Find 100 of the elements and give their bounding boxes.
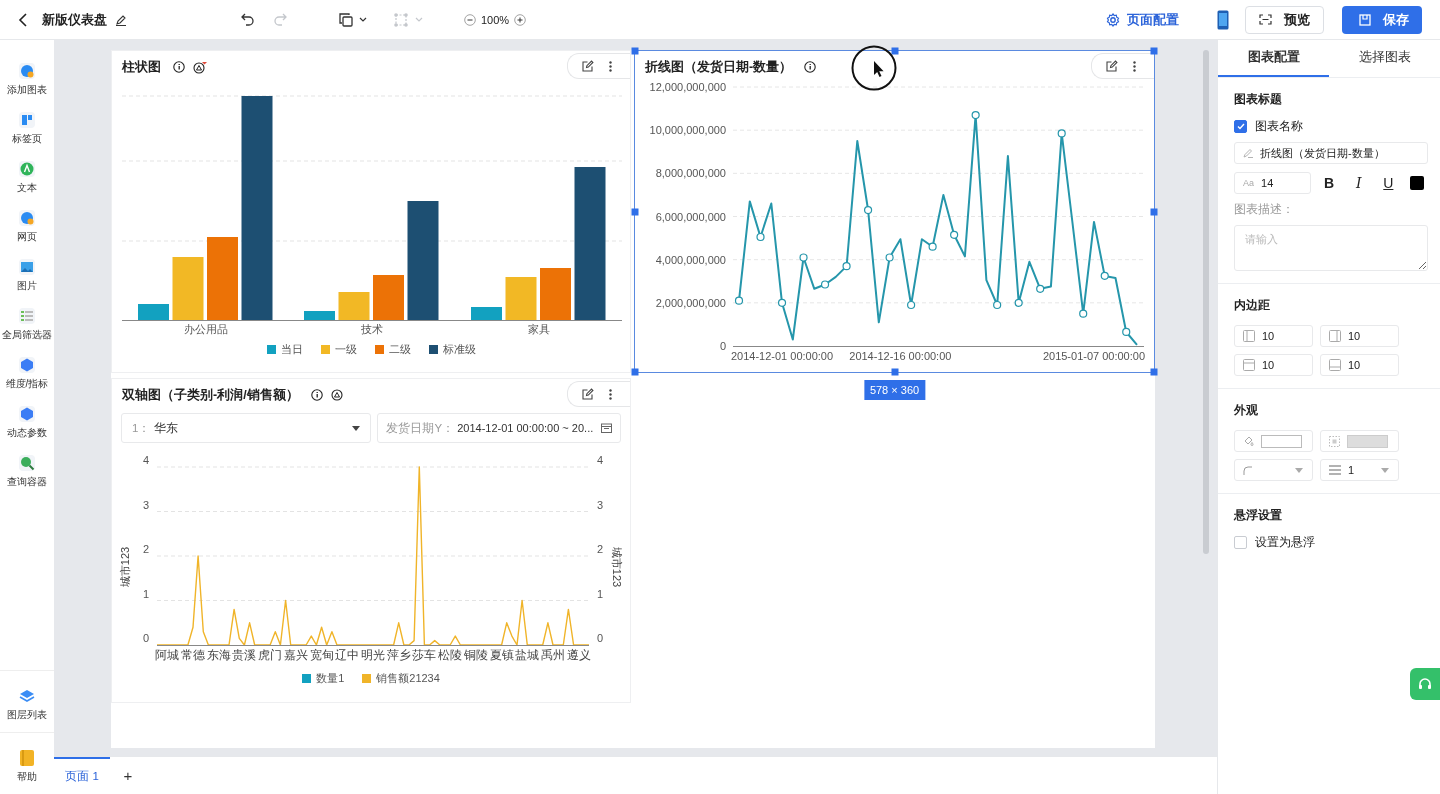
tick-label: 遵义: [566, 649, 591, 661]
border-style-field[interactable]: [1320, 430, 1399, 452]
tick-label: 阿城: [155, 649, 180, 661]
chart-card[interactable]: 双轴图（子类别-利润/销售额） 1： 华东 发货日期Y： 2014-12-01 00:00:00 ~ 20... 0 1 2 3 4 0 1 2 3 4 城市123 城市123 阿城常德东海贵溪虎门 嘉兴 宽甸辽中 明光萍乡莎车松陵铜陵夏镇盐城禹州 遵义 数量1 销售额21234: [111, 378, 631, 703]
title-field[interactable]: 折线图（发货日期-数量）: [1234, 142, 1428, 164]
add-page-button[interactable]: +: [120, 757, 136, 794]
legend-label: 当日: [280, 342, 303, 357]
axis-label: 技术: [361, 323, 383, 335]
padding-icon: [1243, 330, 1255, 342]
font-size-field[interactable]: Aa 14: [1234, 172, 1312, 194]
tick-label: 盐城: [515, 649, 540, 661]
resize-handle[interactable]: [1150, 368, 1158, 376]
page-config-button[interactable]: 页面配置: [1106, 10, 1179, 29]
bold-button[interactable]: B: [1317, 175, 1341, 191]
undo-icon: [241, 13, 255, 26]
tick-label: 松陵: [438, 649, 463, 661]
more-icon: [608, 388, 612, 400]
chart-title: 双轴图（子类别-利润/销售额）: [122, 386, 299, 404]
scrollbar-thumb[interactable]: [1203, 50, 1209, 554]
redo-icon: [273, 13, 287, 26]
select-field[interactable]: 1： 华东: [121, 413, 372, 443]
resize-handle[interactable]: [631, 208, 639, 215]
chart-card[interactable]: 柱状图 办公用品 技术 家具 当日 一级 二级 标准级: [111, 50, 631, 373]
tick-label: 4: [596, 454, 604, 466]
info-icon[interactable]: [173, 61, 185, 73]
date-range-field[interactable]: 发货日期Y： 2014-12-01 00:00:00 ~ 20...: [377, 413, 621, 443]
bar: [471, 307, 502, 320]
resize-handle[interactable]: [1150, 47, 1158, 55]
pencil-icon[interactable]: [115, 13, 127, 26]
calendar-icon: [601, 423, 612, 433]
sidebar-item[interactable]: 维度/指标: [0, 356, 54, 391]
legend-label: 销售额21234: [376, 671, 440, 686]
tick-label: 嘉兴: [283, 649, 308, 661]
save-button[interactable]: 保存: [1342, 5, 1422, 34]
data-point: [1036, 284, 1045, 293]
data-point: [1014, 298, 1023, 307]
checkbox[interactable]: [1234, 120, 1247, 133]
resize-handle[interactable]: [1150, 208, 1158, 215]
bar: [172, 257, 204, 320]
paint-bucket-icon: [1243, 436, 1254, 446]
padding-field[interactable]: 10: [1320, 354, 1399, 376]
resize-handle[interactable]: [631, 47, 639, 55]
sidebar-item[interactable]: 查询容器: [0, 454, 54, 489]
support-button[interactable]: [1410, 668, 1440, 700]
panel-tab[interactable]: 图表配置: [1218, 40, 1329, 77]
zoom-in-icon[interactable]: [514, 13, 527, 26]
edit-button[interactable]: [580, 385, 596, 403]
edit-button[interactable]: [1104, 57, 1120, 75]
resize-handle[interactable]: [891, 368, 898, 376]
checkbox[interactable]: [1234, 536, 1247, 549]
preview-button[interactable]: 预览: [1245, 5, 1324, 34]
tick-label: 常德: [181, 649, 205, 661]
image-icon: [18, 258, 36, 276]
sidebar-item[interactable]: 文本: [0, 160, 54, 195]
legend-label: 一级: [334, 342, 357, 357]
page-tab[interactable]: 页面 1: [54, 757, 110, 794]
italic-button[interactable]: I: [1346, 175, 1371, 191]
info-icon[interactable]: [804, 61, 817, 73]
info-icon[interactable]: [310, 389, 323, 401]
zoom-out-icon[interactable]: [464, 13, 476, 26]
line-width-select[interactable]: 1: [1320, 459, 1399, 481]
resize-handle[interactable]: [891, 47, 898, 55]
data-point: [842, 262, 851, 271]
sidebar-item[interactable]: 添加图表: [0, 62, 54, 97]
padding-field[interactable]: 10: [1234, 325, 1313, 347]
background-color-field[interactable]: [1234, 430, 1313, 452]
data-point: [1100, 271, 1109, 280]
caret-icon: [1295, 468, 1303, 473]
legend-label: 二级: [388, 342, 411, 357]
bar: [540, 268, 571, 320]
back-icon[interactable]: [18, 12, 28, 27]
panel-tab[interactable]: 选择图表: [1329, 40, 1440, 77]
tick-label: 2: [142, 543, 150, 555]
sidebar-item[interactable]: 全局筛选器: [0, 307, 54, 342]
tick-label: 0: [596, 632, 604, 644]
data-point: [734, 296, 744, 305]
resize-handle[interactable]: [631, 368, 639, 376]
tick-label: 禹州: [541, 649, 565, 661]
sidebar-item[interactable]: 图片: [0, 258, 54, 293]
underline-button[interactable]: U: [1376, 175, 1401, 191]
edit-button[interactable]: [580, 57, 596, 75]
phone-icon[interactable]: [1217, 9, 1229, 30]
tick-label: 东海: [206, 649, 231, 661]
sidebar-item[interactable]: 网页: [0, 209, 54, 244]
bar: [138, 304, 169, 320]
padding-field[interactable]: 10: [1320, 325, 1399, 347]
sidebar-item[interactable]: 标签页: [0, 111, 54, 146]
color-swatch[interactable]: [1410, 176, 1424, 190]
tick-label: 6,000,000,000: [655, 210, 726, 223]
axis-title: 城市123: [611, 546, 623, 588]
sidebar-item[interactable]: 动态参数: [0, 405, 54, 440]
tick-label: 3: [596, 498, 604, 511]
alert-icon[interactable]: [193, 60, 207, 74]
padding-field[interactable]: 10: [1234, 354, 1313, 376]
cube-icon: [18, 405, 36, 423]
legend-label: 标准级: [442, 342, 476, 357]
bar: [373, 275, 404, 320]
alert-icon[interactable]: [330, 389, 343, 401]
tick-label: 1: [596, 587, 604, 600]
description-field[interactable]: 请输入: [1234, 225, 1428, 271]
